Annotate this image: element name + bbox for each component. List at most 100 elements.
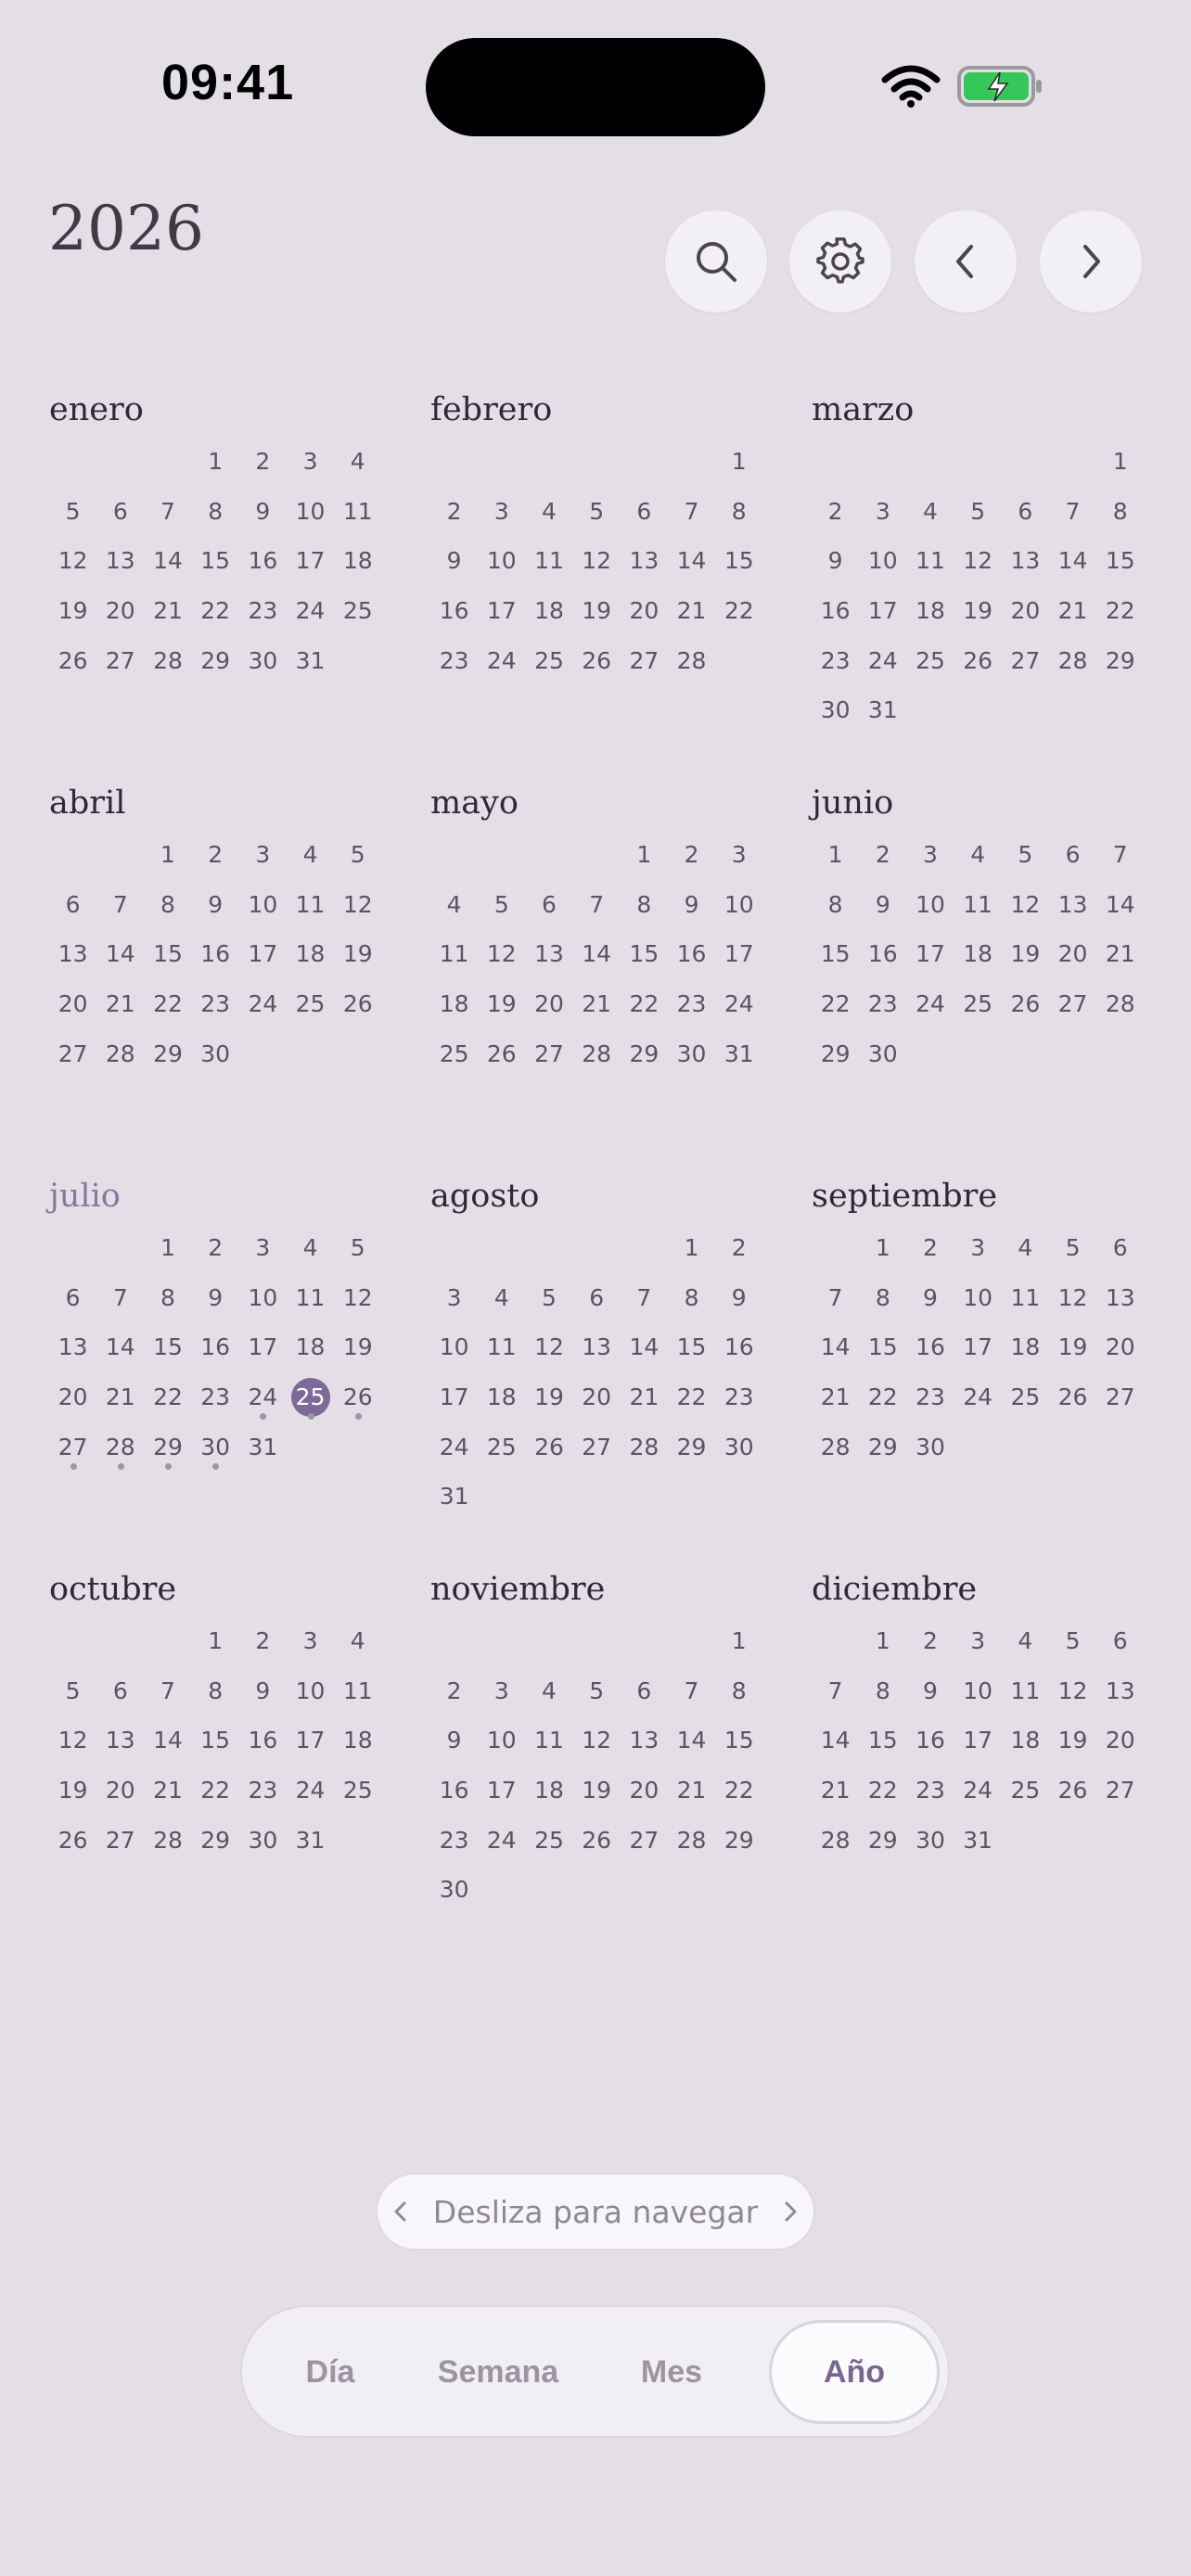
- day-cell[interactable]: 17: [906, 929, 954, 979]
- day-cell[interactable]: 2: [906, 1223, 954, 1273]
- day-cell[interactable]: 13: [1096, 1666, 1144, 1716]
- day-cell[interactable]: 23: [430, 1815, 478, 1865]
- day-cell[interactable]: 22: [715, 1766, 762, 1816]
- day-cell[interactable]: 1: [668, 1223, 715, 1273]
- day-cell[interactable]: 17: [239, 929, 287, 979]
- day-cell[interactable]: 1: [144, 1223, 191, 1273]
- day-cell[interactable]: 26: [954, 635, 1002, 685]
- day-cell[interactable]: 1: [192, 1616, 239, 1666]
- day-cell[interactable]: 19: [573, 586, 621, 636]
- day-cell[interactable]: 22: [192, 1766, 239, 1816]
- day-cell[interactable]: 13: [1096, 1273, 1144, 1323]
- day-cell[interactable]: 29: [144, 1422, 191, 1472]
- day-cell[interactable]: 8: [144, 880, 191, 930]
- day-cell[interactable]: 29: [144, 1028, 191, 1078]
- day-cell[interactable]: 25: [525, 635, 572, 685]
- tab-day[interactable]: Día: [255, 2320, 405, 2424]
- day-cell[interactable]: 1: [144, 830, 191, 880]
- day-cell[interactable]: 12: [573, 536, 621, 586]
- day-cell[interactable]: 2: [906, 1616, 954, 1666]
- day-cell[interactable]: 25: [287, 979, 334, 1029]
- day-cell[interactable]: 23: [192, 979, 239, 1029]
- day-cell[interactable]: 13: [96, 1715, 144, 1766]
- day-cell[interactable]: 1: [859, 1223, 906, 1273]
- day-cell[interactable]: 12: [954, 536, 1002, 586]
- day-cell[interactable]: 21: [668, 586, 715, 636]
- day-cell[interactable]: 21: [96, 1372, 144, 1422]
- day-cell[interactable]: 15: [812, 929, 859, 979]
- day-cell[interactable]: 8: [192, 1666, 239, 1716]
- day-cell[interactable]: 6: [1002, 487, 1049, 537]
- today-day-cell[interactable]: 25: [287, 1372, 334, 1422]
- day-cell[interactable]: 22: [859, 1766, 906, 1816]
- day-cell[interactable]: 3: [239, 1223, 287, 1273]
- day-cell[interactable]: 12: [49, 1715, 96, 1766]
- day-cell[interactable]: 29: [1096, 635, 1144, 685]
- day-cell[interactable]: 11: [478, 1322, 525, 1372]
- day-cell[interactable]: 10: [287, 1666, 334, 1716]
- day-cell[interactable]: 21: [812, 1766, 859, 1816]
- day-cell[interactable]: 12: [573, 1715, 621, 1766]
- day-cell[interactable]: 7: [1096, 830, 1144, 880]
- day-cell[interactable]: 9: [192, 880, 239, 930]
- day-cell[interactable]: 7: [668, 1666, 715, 1716]
- day-cell[interactable]: 3: [906, 830, 954, 880]
- day-cell[interactable]: 2: [430, 1666, 478, 1716]
- day-cell[interactable]: 18: [287, 929, 334, 979]
- day-cell[interactable]: 13: [621, 1715, 668, 1766]
- day-cell[interactable]: 7: [812, 1666, 859, 1716]
- day-cell[interactable]: 1: [715, 437, 762, 487]
- day-cell[interactable]: 24: [954, 1372, 1002, 1422]
- day-cell[interactable]: 4: [478, 1273, 525, 1323]
- day-cell[interactable]: 8: [668, 1273, 715, 1323]
- day-cell[interactable]: 28: [621, 1422, 668, 1472]
- day-cell[interactable]: 5: [49, 487, 96, 537]
- day-cell[interactable]: 3: [239, 830, 287, 880]
- day-cell[interactable]: 13: [49, 1322, 96, 1372]
- day-cell[interactable]: 13: [621, 536, 668, 586]
- day-cell[interactable]: 11: [287, 1273, 334, 1323]
- day-cell[interactable]: 25: [478, 1422, 525, 1472]
- day-cell[interactable]: 5: [478, 880, 525, 930]
- month-july[interactable]: julio 1 2 3 4 5 6 7 8 9 10 11 12 13 14 15 16 17 18 19 20 21 2…: [48, 1175, 419, 1472]
- day-cell[interactable]: 15: [715, 536, 762, 586]
- tab-year[interactable]: Año: [769, 2320, 940, 2424]
- day-cell[interactable]: 6: [96, 1666, 144, 1716]
- day-cell[interactable]: 10: [715, 880, 762, 930]
- day-cell[interactable]: 5: [573, 487, 621, 537]
- day-cell[interactable]: 4: [1002, 1616, 1049, 1666]
- day-cell[interactable]: 30: [239, 1815, 287, 1865]
- day-cell[interactable]: 3: [478, 1666, 525, 1716]
- day-cell[interactable]: 7: [812, 1273, 859, 1323]
- day-cell[interactable]: 27: [525, 1028, 572, 1078]
- day-cell[interactable]: 10: [954, 1273, 1002, 1323]
- day-cell[interactable]: 26: [1049, 1766, 1096, 1816]
- day-cell[interactable]: 5: [334, 830, 381, 880]
- day-cell[interactable]: 16: [192, 1322, 239, 1372]
- day-cell[interactable]: 27: [621, 635, 668, 685]
- day-cell[interactable]: 19: [334, 929, 381, 979]
- day-cell[interactable]: 18: [287, 1322, 334, 1372]
- day-cell[interactable]: 3: [287, 437, 334, 487]
- day-cell[interactable]: 11: [525, 1715, 572, 1766]
- day-cell[interactable]: 9: [239, 1666, 287, 1716]
- search-button[interactable]: [665, 210, 767, 312]
- day-cell[interactable]: 29: [859, 1815, 906, 1865]
- day-cell[interactable]: 12: [334, 1273, 381, 1323]
- day-cell[interactable]: 16: [192, 929, 239, 979]
- day-cell[interactable]: 18: [430, 979, 478, 1029]
- day-cell[interactable]: 6: [525, 880, 572, 930]
- day-cell[interactable]: 11: [906, 536, 954, 586]
- day-cell[interactable]: 20: [49, 979, 96, 1029]
- day-cell[interactable]: 27: [1002, 635, 1049, 685]
- day-cell[interactable]: 28: [668, 635, 715, 685]
- day-cell[interactable]: 10: [287, 487, 334, 537]
- day-cell[interactable]: 8: [715, 487, 762, 537]
- day-cell[interactable]: 29: [668, 1422, 715, 1472]
- day-cell[interactable]: 7: [668, 487, 715, 537]
- day-cell[interactable]: 25: [1002, 1766, 1049, 1816]
- day-cell[interactable]: 1: [621, 830, 668, 880]
- day-cell[interactable]: 27: [1096, 1372, 1144, 1422]
- day-cell[interactable]: 25: [906, 635, 954, 685]
- day-cell[interactable]: 4: [287, 1223, 334, 1273]
